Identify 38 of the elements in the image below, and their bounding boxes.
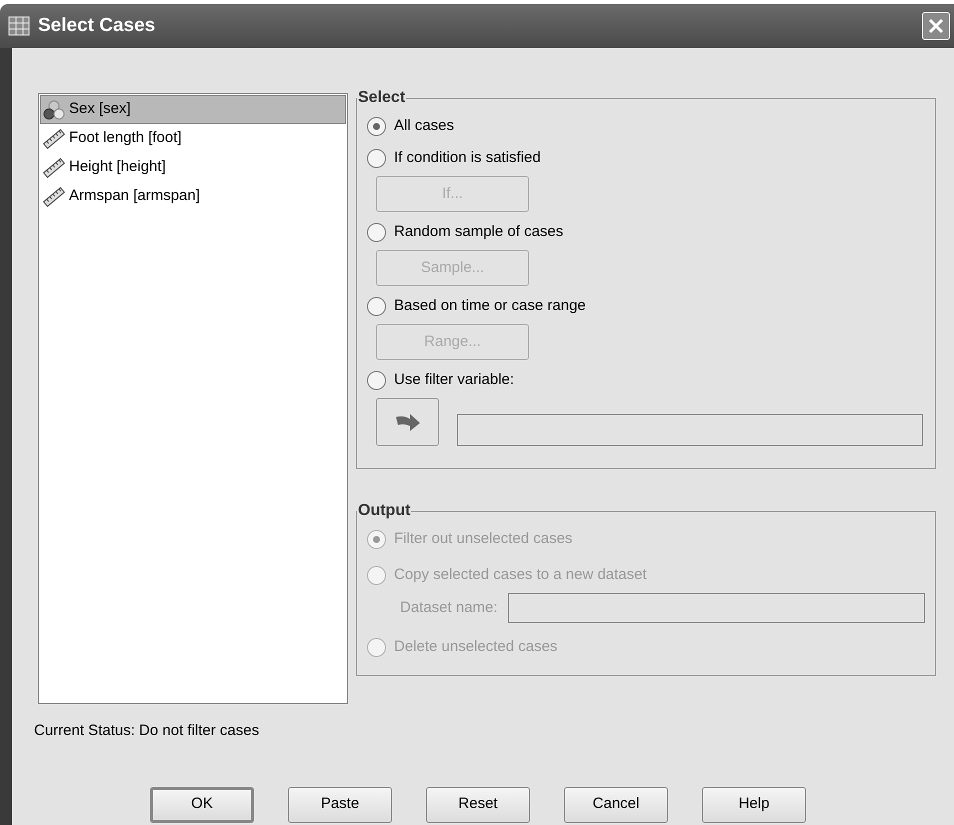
dialog-button[interactable]: Paste [288,786,392,822]
close-button[interactable] [922,12,950,40]
filter-variable-field[interactable] [457,414,923,446]
option-label: Delete unselected cases [394,636,558,657]
variable-item[interactable]: Height [height] [40,153,346,182]
field-label: Dataset name: [400,598,498,618]
option-label: Filter out unselected cases [394,528,572,549]
radio-button[interactable] [367,370,386,390]
option-label: All cases [394,116,454,136]
balls-icon [43,100,65,120]
grid-icon [8,16,30,36]
dialog-button[interactable]: Help [702,786,806,822]
window-title: Select Cases [38,14,156,38]
variable-label: Height [height] [69,157,166,178]
option-label: Use filter variable: [394,370,514,390]
dialog-button[interactable]: OK [150,786,254,822]
dialog-button[interactable]: Reset [426,786,530,822]
variable-item[interactable]: Sex [sex] [40,95,346,124]
move-button[interactable] [376,398,439,446]
radio-button[interactable] [367,222,386,242]
variable-item[interactable]: Foot length [foot] [40,124,346,153]
variable-item[interactable]: Armspan [armspan] [40,182,346,211]
option-label: Random sample of cases [394,222,564,242]
option-label: Based on time or case range [394,296,586,316]
option-label: Copy selected cases to a new dataset [394,564,647,585]
group-title: Select [357,88,406,108]
variable-label: Armspan [armspan] [69,186,200,206]
dialog-button[interactable]: Cancel [564,786,668,822]
radio-button[interactable] [367,116,386,136]
radio-button[interactable] [367,296,386,316]
variable-label: Sex [sex] [69,99,131,120]
group-title: Output [357,501,412,521]
close-icon [928,18,944,34]
radio-button[interactable] [367,148,386,168]
option-label: If condition is satisfied [394,148,541,168]
status-text: Current Status: Do not filter cases [34,721,260,741]
arrow-icon [394,411,422,433]
variable-label: Foot length [foot] [69,128,182,148]
